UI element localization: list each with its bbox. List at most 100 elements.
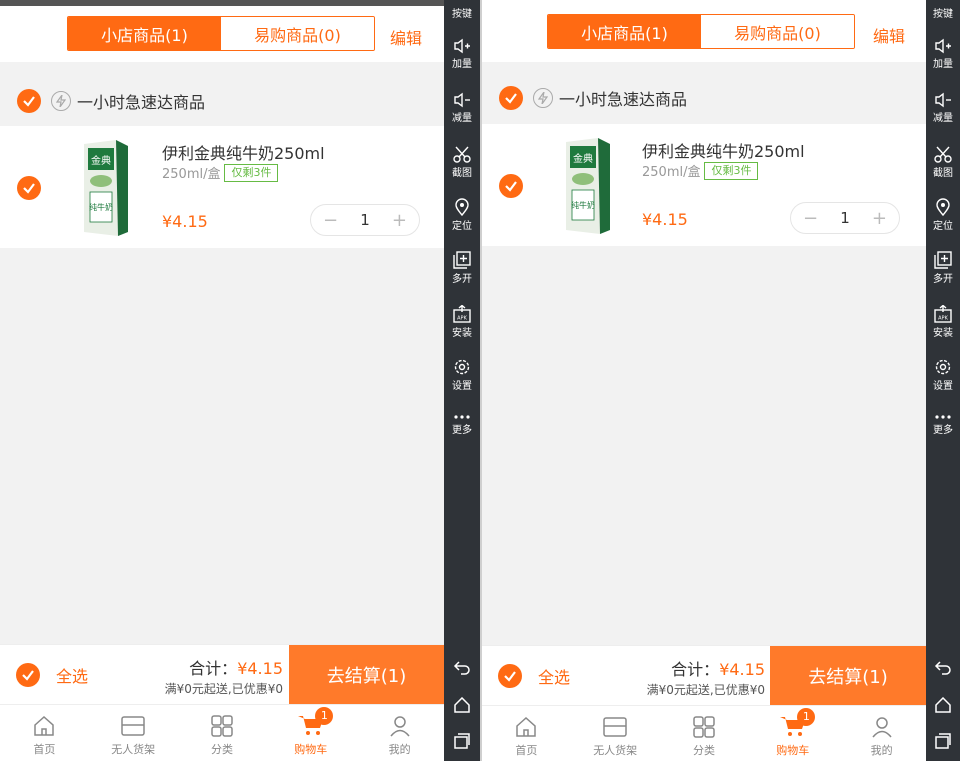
quantity-value[interactable]: 1 bbox=[360, 211, 370, 229]
nav-back-button[interactable] bbox=[926, 660, 960, 676]
checkout-button[interactable]: 去结算(1) bbox=[289, 645, 444, 705]
home-icon bbox=[516, 716, 537, 737]
nav-home-button[interactable] bbox=[444, 697, 480, 713]
tab-cart[interactable]: 1 购物车 bbox=[266, 705, 355, 761]
decrease-button[interactable]: − bbox=[803, 208, 818, 229]
app-screen-left: 小店商品(1) 易购商品(0) 编辑 一小时急速达商品 金典 纯牛奶 伊利金典纯… bbox=[0, 0, 444, 761]
product-price: ¥4.15 bbox=[162, 212, 208, 231]
item-check-icon[interactable] bbox=[499, 174, 523, 198]
edit-button[interactable]: 编辑 bbox=[873, 23, 905, 47]
total-value: ¥4.15 bbox=[719, 660, 765, 679]
settings-icon bbox=[454, 359, 470, 375]
svg-text:APK: APK bbox=[938, 316, 948, 322]
tab-shelf[interactable]: 无人货架 bbox=[571, 706, 660, 761]
tab-cart[interactable]: 1 购物车 bbox=[748, 706, 837, 761]
toolbar-screenshot[interactable]: 截图 bbox=[444, 145, 480, 179]
toolbar-install[interactable]: APK 安装 bbox=[444, 305, 480, 339]
decrease-button[interactable]: − bbox=[323, 210, 338, 231]
toolbar-label: 更多 bbox=[933, 425, 953, 436]
tab-mine[interactable]: 我的 bbox=[355, 705, 444, 761]
checkout-bar: 全选 合计：¥4.15 满¥0元起送,已优惠¥0 去结算(1) bbox=[482, 645, 926, 706]
toolbar-keypad[interactable]: 按键 bbox=[444, 4, 480, 20]
toolbar-location[interactable]: 定位 bbox=[444, 198, 480, 232]
toolbar-label: 加量 bbox=[452, 59, 472, 70]
increase-button[interactable]: + bbox=[872, 208, 887, 229]
nav-home-button[interactable] bbox=[926, 697, 960, 713]
nav-recents-button[interactable] bbox=[444, 733, 480, 749]
group-check-icon[interactable] bbox=[499, 86, 523, 110]
edit-button[interactable]: 编辑 bbox=[390, 25, 422, 49]
toolbar-label: 多开 bbox=[452, 274, 472, 285]
toolbar-multi-open[interactable]: 多开 bbox=[444, 251, 480, 285]
product-image[interactable]: 金典 纯牛奶 bbox=[80, 136, 130, 240]
select-all-check-icon[interactable] bbox=[16, 663, 40, 687]
quantity-value[interactable]: 1 bbox=[840, 209, 850, 227]
total-amount: 合计：¥4.15 bbox=[189, 655, 283, 679]
tab-suning-goods[interactable]: 易购商品(0) bbox=[221, 17, 374, 50]
group-header: 一小时急速达商品 bbox=[482, 73, 926, 123]
toolbar-settings[interactable]: 设置 bbox=[926, 358, 960, 392]
tab-home[interactable]: 首页 bbox=[482, 706, 571, 761]
tab-home[interactable]: 首页 bbox=[0, 705, 89, 761]
checkout-button[interactable]: 去结算(1) bbox=[770, 646, 926, 706]
tab-category[interactable]: 分类 bbox=[178, 705, 267, 761]
tab-shelf[interactable]: 无人货架 bbox=[89, 705, 178, 761]
grid-icon bbox=[693, 716, 715, 738]
select-all-check-icon[interactable] bbox=[498, 664, 522, 688]
toolbar-label: 定位 bbox=[452, 221, 472, 232]
tab-bar: 首页 无人货架 分类 1 购物车 我的 bbox=[0, 704, 444, 761]
shelf-icon bbox=[121, 716, 145, 736]
select-all[interactable]: 全选 bbox=[16, 663, 88, 687]
apk-install-icon: APK bbox=[453, 305, 471, 323]
scissors-icon bbox=[453, 146, 471, 163]
tab-store-goods[interactable]: 小店商品(1) bbox=[548, 15, 701, 48]
group-check-icon[interactable] bbox=[17, 89, 41, 113]
product-spec: 250ml/盒 仅剩3件 bbox=[162, 163, 279, 182]
toolbar-multi-open[interactable]: 多开 bbox=[926, 251, 960, 285]
toolbar-more[interactable]: 更多 bbox=[926, 414, 960, 436]
location-icon bbox=[455, 198, 469, 216]
toolbar-volume-up[interactable]: 加量 bbox=[444, 38, 480, 70]
select-all[interactable]: 全选 bbox=[498, 664, 570, 688]
toolbar-label: 加量 bbox=[933, 59, 953, 70]
tab-store-goods[interactable]: 小店商品(1) bbox=[68, 17, 221, 50]
nav-back-button[interactable] bbox=[444, 660, 480, 676]
toolbar-label: 更多 bbox=[452, 425, 472, 436]
toolbar-label: 减量 bbox=[933, 113, 953, 124]
toolbar-more[interactable]: 更多 bbox=[444, 414, 480, 436]
toolbar-volume-down[interactable]: 减量 bbox=[444, 92, 480, 124]
product-price: ¥4.15 bbox=[642, 210, 688, 229]
cart-item: 金典 纯牛奶 伊利金典纯牛奶250ml 250ml/盒 仅剩3件 ¥4.15 −… bbox=[482, 124, 926, 246]
increase-button[interactable]: + bbox=[392, 210, 407, 231]
toolbar-label: 设置 bbox=[933, 381, 953, 392]
toolbar-settings[interactable]: 设置 bbox=[444, 358, 480, 392]
toolbar-volume-down[interactable]: 减量 bbox=[926, 92, 960, 124]
product-name[interactable]: 伊利金典纯牛奶250ml bbox=[162, 140, 325, 164]
product-name[interactable]: 伊利金典纯牛奶250ml bbox=[642, 138, 805, 162]
toolbar-keypad[interactable]: 按键 bbox=[926, 4, 960, 20]
nav-recents-button[interactable] bbox=[926, 733, 960, 749]
home-icon bbox=[935, 697, 951, 713]
location-icon bbox=[936, 198, 950, 216]
checkout-bar: 全选 合计：¥4.15 满¥0元起送,已优惠¥0 去结算(1) bbox=[0, 644, 444, 705]
group-title: 一小时急速达商品 bbox=[77, 93, 206, 112]
toolbar-location[interactable]: 定位 bbox=[926, 198, 960, 232]
back-icon bbox=[934, 661, 951, 675]
product-spec: 250ml/盒 仅剩3件 bbox=[642, 161, 759, 180]
toolbar-install[interactable]: APK 安装 bbox=[926, 305, 960, 339]
toolbar-screenshot[interactable]: 截图 bbox=[926, 145, 960, 179]
stock-badge: 仅剩3件 bbox=[704, 161, 759, 180]
home-icon bbox=[454, 697, 470, 713]
tab-category[interactable]: 分类 bbox=[660, 706, 749, 761]
product-image[interactable]: 金典 纯牛奶 bbox=[562, 134, 612, 238]
item-check-icon[interactable] bbox=[17, 176, 41, 200]
delivery-note: 满¥0元起送,已优惠¥0 bbox=[164, 682, 283, 696]
tab-suning-goods[interactable]: 易购商品(0) bbox=[701, 15, 854, 48]
header: 小店商品(1) 易购商品(0) 编辑 bbox=[0, 6, 444, 62]
delivery-note: 满¥0元起送,已优惠¥0 bbox=[646, 683, 765, 697]
toolbar-volume-up[interactable]: 加量 bbox=[926, 38, 960, 70]
group-title: 一小时急速达商品 bbox=[559, 90, 688, 109]
tab-label: 购物车 bbox=[294, 743, 328, 756]
volume-down-icon bbox=[935, 92, 951, 108]
tab-mine[interactable]: 我的 bbox=[837, 706, 926, 761]
